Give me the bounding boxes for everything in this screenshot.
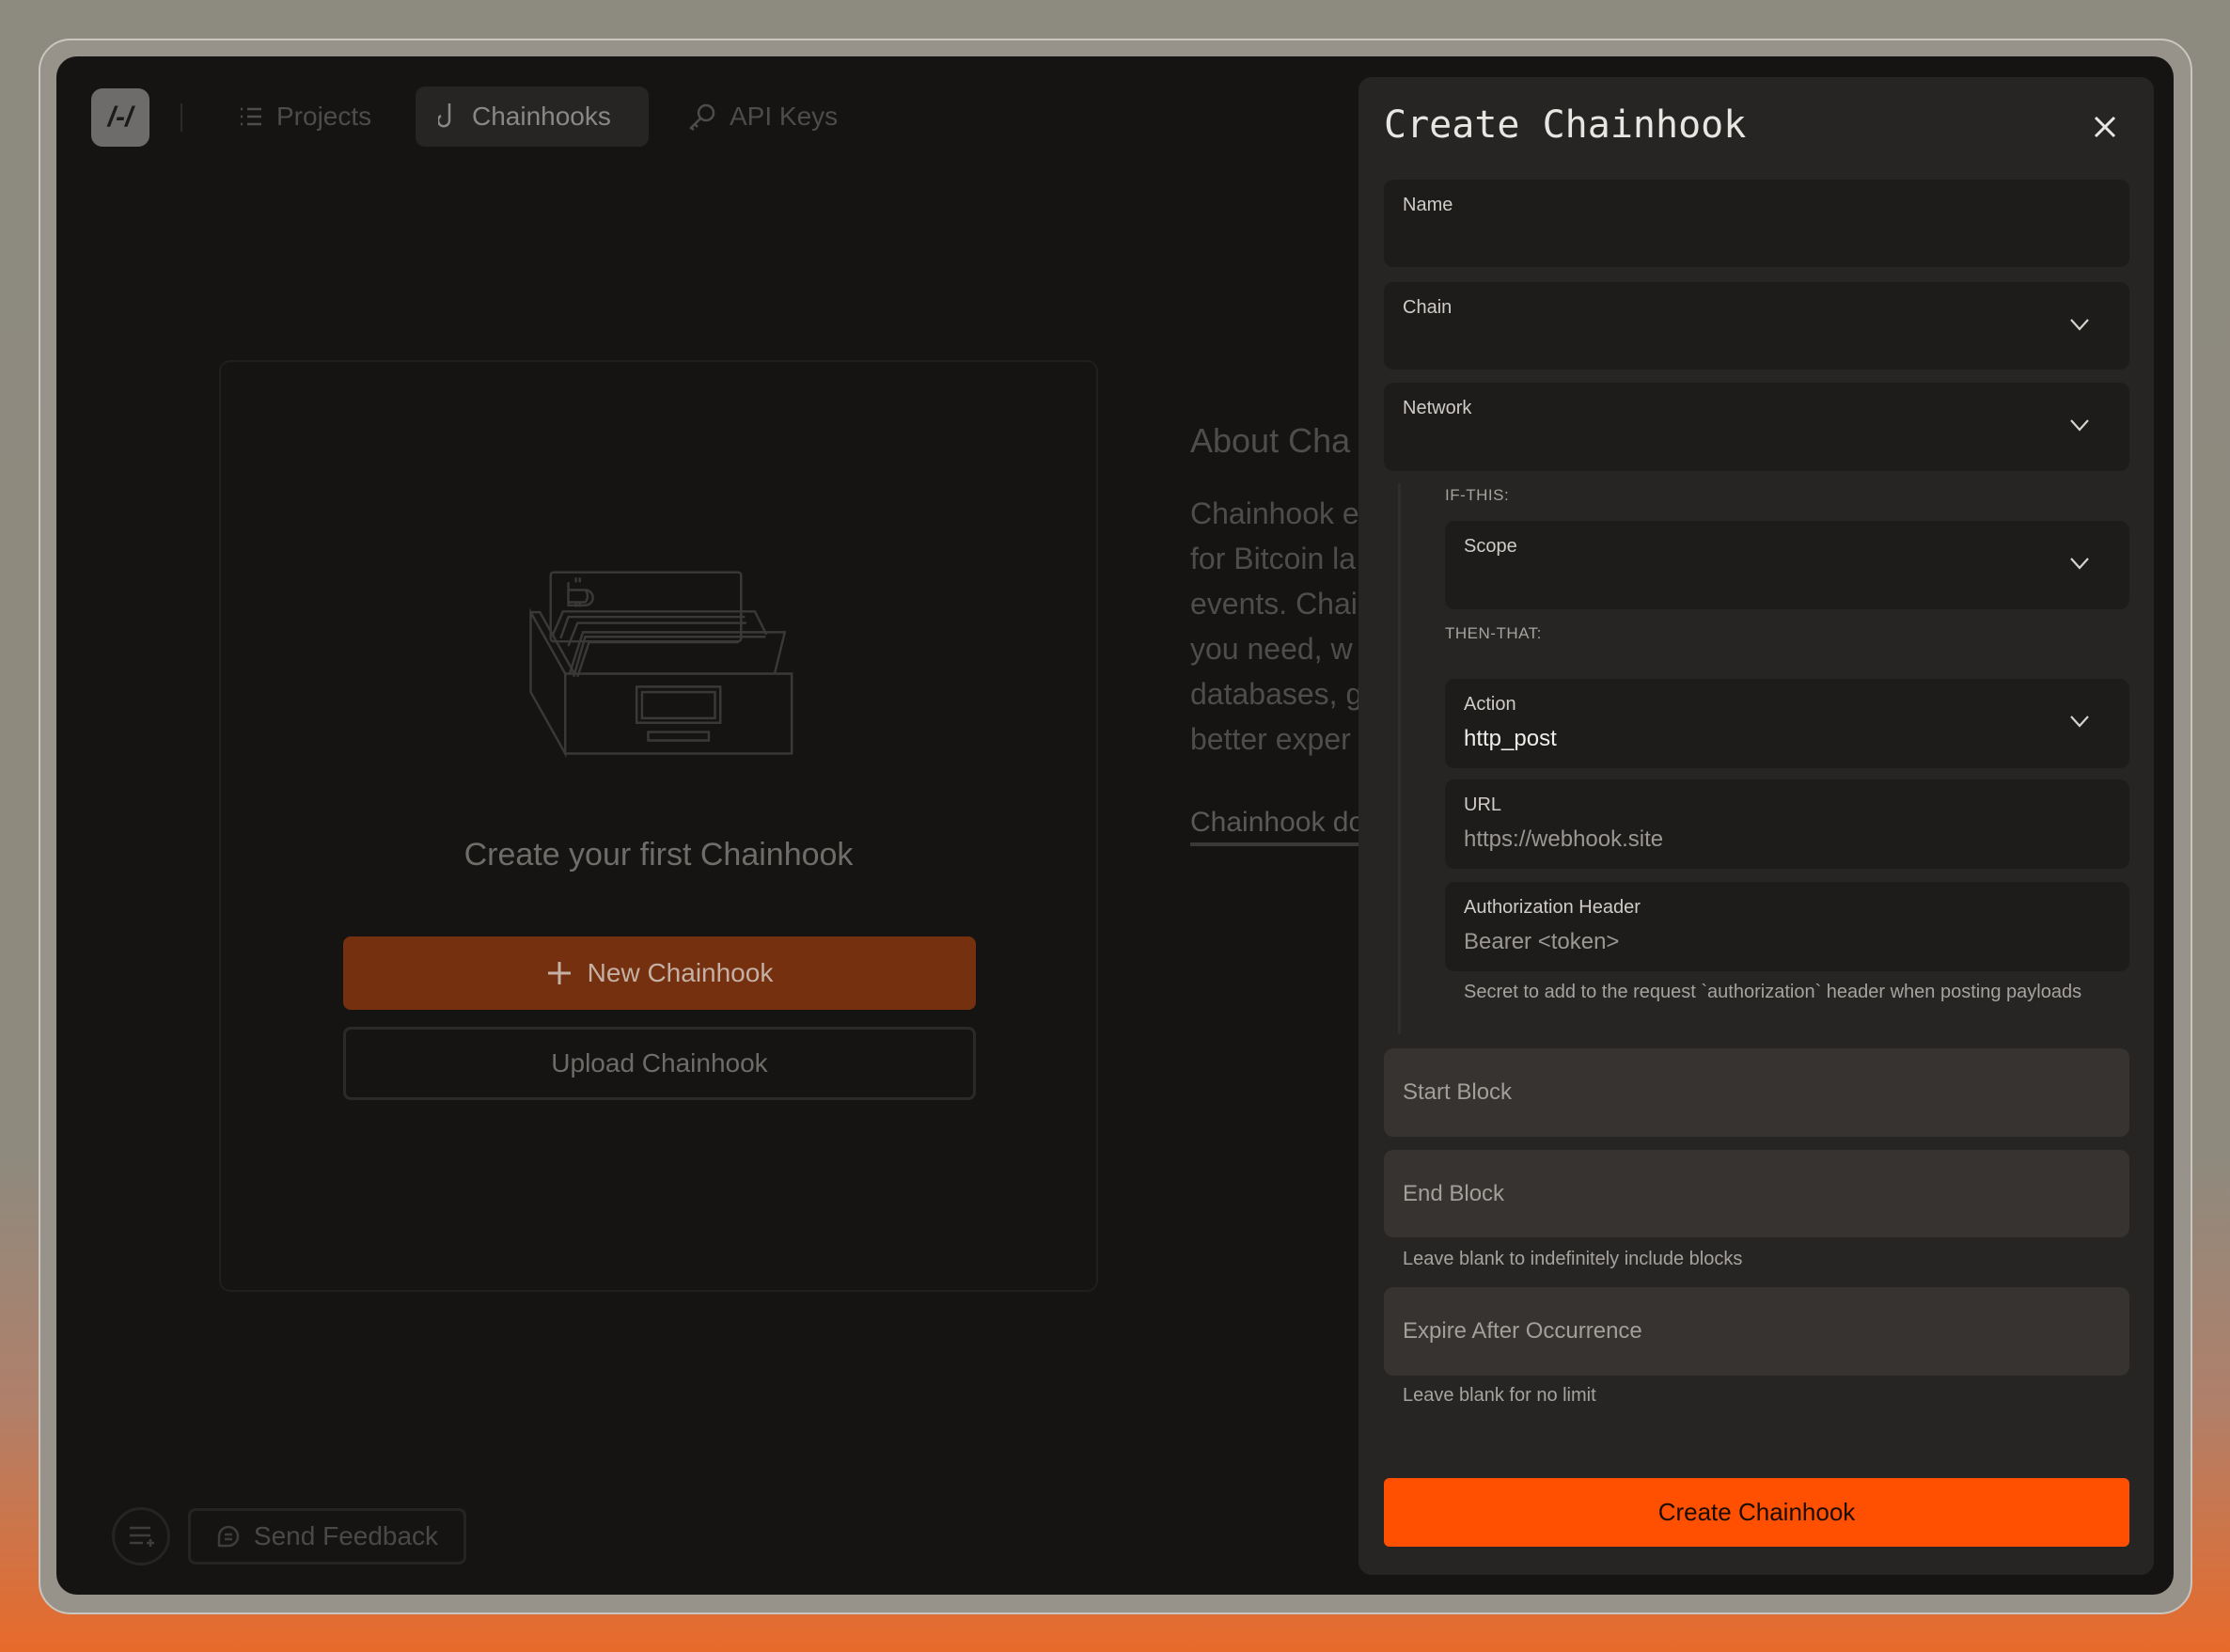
create-chainhook-button[interactable]: Create Chainhook [1384, 1478, 2129, 1547]
changelog-button[interactable] [112, 1507, 170, 1565]
nav-label: API Keys [730, 102, 839, 131]
url-placeholder: https://webhook.site [1464, 826, 1664, 852]
url-input[interactable]: URL https://webhook.site [1445, 779, 2129, 869]
chevron-down-icon [2070, 558, 2089, 570]
list-add-icon [130, 1526, 154, 1547]
nav-label: Projects [276, 102, 372, 131]
expire-help: Leave blank for no limit [1403, 1385, 1596, 1406]
chevron-down-icon [2070, 319, 2089, 331]
nav-item-projects[interactable]: Projects [216, 87, 394, 147]
about-body: Chainhook e for Bitcoin la events. Chai … [1190, 491, 1362, 762]
expire-after-occurrence-input[interactable]: Expire After Occurrence [1384, 1287, 2129, 1376]
end-block-placeholder: End Block [1403, 1180, 1505, 1206]
network-label: Network [1403, 398, 1472, 418]
if-this-heading: IF-THIS: [1445, 486, 1510, 504]
auth-label: Authorization Header [1464, 897, 1641, 918]
about-line: events. Chai [1190, 587, 1358, 621]
about-line: for Bitcoin la [1190, 542, 1357, 575]
expire-placeholder: Expire After Occurrence [1403, 1318, 1642, 1344]
new-chainhook-button[interactable]: New Chainhook [343, 936, 976, 1010]
new-chainhook-label: New Chainhook [587, 958, 774, 987]
nav-item-chainhooks[interactable]: Chainhooks [416, 87, 649, 147]
send-feedback-label: Send Feedback [253, 1521, 439, 1550]
plus-icon [547, 962, 571, 984]
authorization-header-input[interactable]: Authorization Header Bearer <token> [1445, 882, 2129, 971]
auth-help-text: Secret to add to the request `authorizat… [1464, 982, 2082, 1002]
nav-item-api-keys[interactable]: API Keys [666, 87, 860, 147]
chat-bubble-icon [217, 1525, 240, 1548]
key-icon [689, 103, 715, 131]
start-block-input[interactable]: Start Block [1384, 1048, 2129, 1137]
chain-select[interactable]: Chain [1384, 282, 2129, 370]
action-label: Action [1464, 694, 1516, 715]
logo[interactable]: /-/ [91, 88, 149, 147]
url-label: URL [1464, 795, 1502, 815]
scope-label: Scope [1464, 536, 1517, 557]
empty-state-card [219, 360, 1098, 1292]
section-rule [1398, 483, 1401, 1034]
chain-label: Chain [1403, 297, 1453, 318]
about-line: Chainhook e [1190, 496, 1359, 530]
name-input[interactable]: Name [1384, 180, 2129, 267]
panel-title: Create Chainhook [1384, 103, 1747, 147]
nav-divider [181, 103, 182, 132]
scope-select[interactable]: Scope [1445, 521, 2129, 609]
start-block-placeholder: Start Block [1403, 1079, 1513, 1105]
empty-state-title: Create your first Chainhook [463, 837, 854, 873]
list-icon [241, 107, 261, 126]
about-line: you need, w [1190, 632, 1353, 666]
end-block-input[interactable]: End Block [1384, 1150, 2129, 1237]
action-value: http_post [1464, 726, 1557, 751]
auth-placeholder: Bearer <token> [1464, 929, 1620, 954]
about-title: About Cha [1190, 421, 1351, 460]
name-label: Name [1403, 195, 1453, 215]
hook-icon [438, 103, 451, 128]
action-select[interactable]: Action http_post [1445, 679, 2129, 768]
about-line: better exper [1190, 722, 1351, 756]
nav-label: Chainhooks [472, 102, 611, 131]
about-line: databases, g [1190, 677, 1363, 711]
file-box-illustration [529, 571, 793, 759]
network-select[interactable]: Network [1384, 383, 2129, 471]
then-that-heading: THEN-THAT: [1445, 624, 1542, 642]
chevron-down-icon [2070, 419, 2089, 432]
upload-chainhook-button[interactable]: Upload Chainhook [343, 1027, 976, 1100]
end-block-help: Leave blank to indefinitely include bloc… [1403, 1249, 1743, 1269]
docs-link[interactable]: Chainhook do [1190, 807, 1365, 846]
send-feedback-button[interactable]: Send Feedback [188, 1508, 466, 1565]
chevron-down-icon [2070, 716, 2089, 728]
close-icon[interactable] [2089, 111, 2121, 143]
